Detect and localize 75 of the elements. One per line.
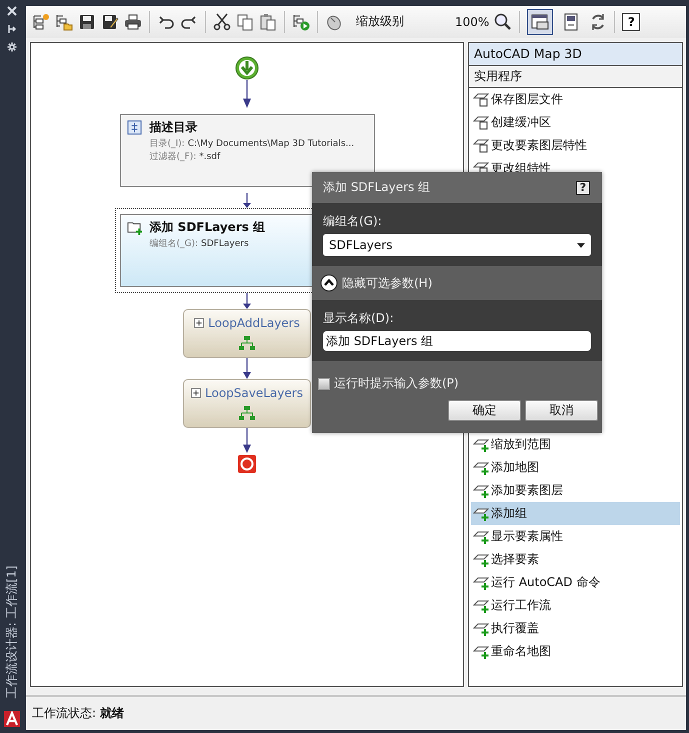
app-logo-icon[interactable] [4,711,20,727]
folder-plus-icon [126,220,142,235]
cut-icon[interactable] [213,12,231,31]
settings-icon[interactable] [7,42,17,52]
connector-arrow [242,428,252,453]
activity-item[interactable]: 缩放到范围 [471,432,680,456]
expand-button[interactable] [194,318,204,328]
zoom-icon[interactable] [494,12,512,31]
param-value: *.sdf [199,152,220,162]
new-workflow-icon[interactable] [32,12,50,31]
display-name-field[interactable]: 添加 SDFLayers 组 [323,331,591,351]
activity-item[interactable]: 添加组 [471,502,680,525]
param-label: 编组名(_G): [150,238,198,249]
activity-item[interactable]: 运行工作流 [471,594,680,617]
node-title: 描述目录 [150,118,198,136]
activity-item[interactable]: 添加地图 [471,456,680,479]
group-name-dropdown[interactable]: SDFLayers [323,234,591,256]
activity-item[interactable]: 运行 AutoCAD 命令 [471,570,680,594]
param-label: 过滤器(_F): [150,152,196,162]
layer-icon [473,137,489,154]
print-icon[interactable] [124,12,142,31]
category-header[interactable]: 实用程序 [469,66,682,88]
ok-button[interactable]: 确定 [448,400,521,421]
run-workflow-icon[interactable] [292,12,310,31]
activity-item[interactable]: 保存图层文件 [471,88,680,111]
loop-node[interactable]: LoopAddLayers [183,308,311,358]
pin-icon[interactable] [7,24,17,34]
close-icon[interactable] [7,6,17,16]
hierarchy-icon [239,406,255,420]
help-button[interactable]: ? [576,180,590,194]
caret-icon [577,242,585,248]
layer-icon [473,91,489,108]
zoom-level-label: 缩放级别 [356,13,405,30]
document-icon [562,12,580,31]
loop-node[interactable]: LoopSaveLayers [183,378,311,428]
canvas-view-button[interactable] [527,8,554,35]
layer-icon [473,114,489,130]
zoom-value: 100% [455,14,490,29]
status-value: 就绪 [100,705,124,722]
activity-item[interactable]: 更改要素图层特性 [471,134,680,157]
param-value: SDFLayers [201,238,249,249]
window-icon [531,12,550,31]
param-value: C:\My Documents\Map 3D Tutorials... [188,138,354,149]
activity-item[interactable]: 显示要素属性 [471,524,680,548]
connector-arrow [242,358,252,379]
display-name-label: 显示名称(D): [323,310,395,327]
activity-item[interactable]: 选择要素 [471,548,680,571]
status-label: 工作流状态: [32,705,96,722]
stop-icon[interactable] [237,454,257,474]
palette-title: 工作流设计器: 工作流[1] [4,566,20,698]
connector-arrow [242,192,252,208]
edit-icon[interactable] [101,12,119,31]
expand-button[interactable] [191,388,202,398]
cancel-button[interactable]: 取消 [525,400,598,421]
paste-icon[interactable] [259,12,277,31]
copy-icon[interactable] [236,12,254,31]
connector-arrow [242,80,252,108]
library-title: AutoCAD Map 3D [469,42,682,66]
node-title: LoopSaveLayers [205,386,303,400]
help-button[interactable]: ? [622,12,640,31]
hierarchy-icon [239,336,255,350]
param-label: 目录(_I): [150,138,185,149]
activity-item[interactable]: 重命名地图 [471,640,680,663]
activity-item[interactable]: 创建缓冲区 [471,110,680,134]
open-workflow-icon[interactable] [55,12,73,31]
connector-arrow [242,292,252,309]
activity-item[interactable]: 执行覆盖 [471,616,680,640]
chevron-icon [320,274,338,292]
activity-item[interactable]: 添加要素图层 [471,478,680,502]
list-icon [126,120,142,135]
save-icon[interactable] [78,12,96,31]
start-icon[interactable] [235,56,259,80]
prompt-checkbox[interactable]: 运行时提示输入参数(P) [318,375,459,392]
node-title: LoopAddLayers [208,316,300,330]
node-title: 添加 SDFLayers 组 [150,218,266,236]
